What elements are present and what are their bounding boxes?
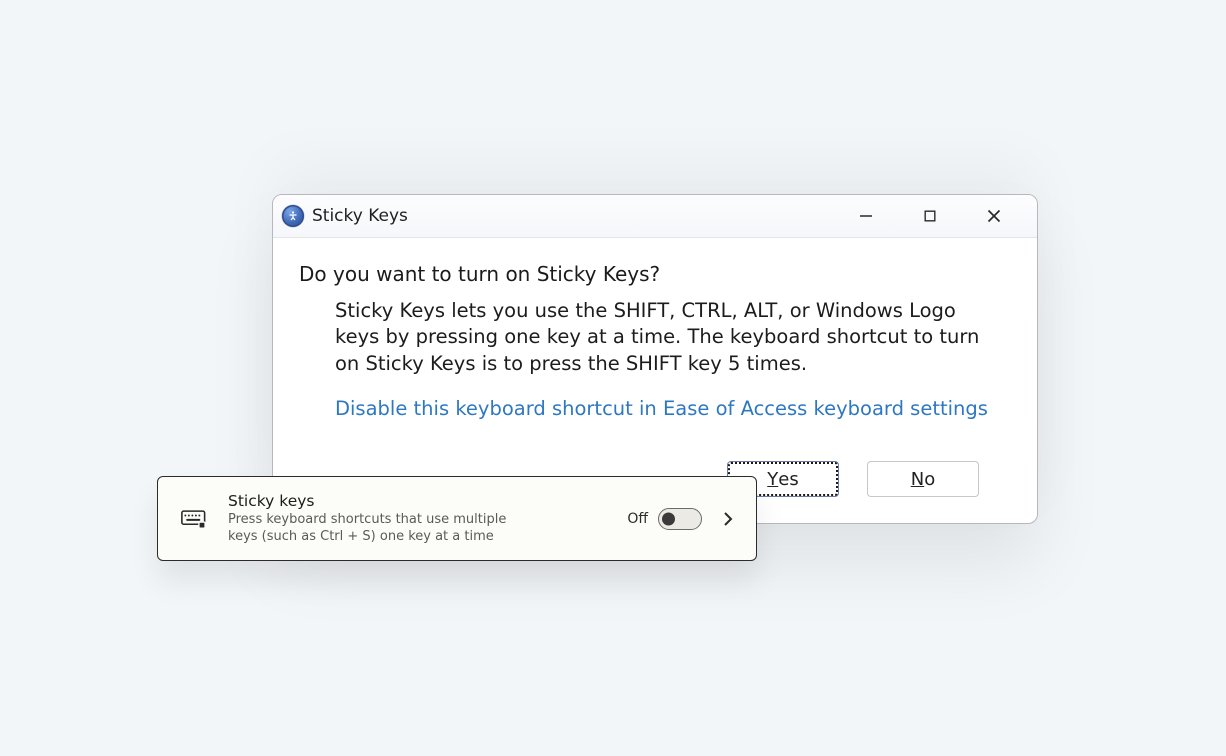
dialog-body: Do you want to turn on Sticky Keys? Stic… [273,238,1037,420]
no-rest: o [924,469,935,490]
accessibility-icon [282,205,304,227]
dialog-description: Sticky Keys lets you use the SHIFT, CTRL… [335,298,995,377]
toggle-knob [662,512,675,525]
yes-rest: es [778,469,798,490]
no-mnemonic: N [911,469,924,490]
sticky-keys-toggle[interactable] [658,508,702,530]
yes-mnemonic: Y [767,469,778,490]
disable-shortcut-link[interactable]: Disable this keyboard shortcut in Ease o… [335,397,1011,420]
window-title: Sticky Keys [312,206,408,226]
close-button[interactable] [979,201,1009,231]
no-button[interactable]: No [867,461,979,497]
chevron-right-icon[interactable] [718,509,738,529]
toggle-state-label: Off [627,511,648,527]
minimize-button[interactable] [851,201,881,231]
tile-title: Sticky keys [228,492,588,510]
titlebar[interactable]: Sticky Keys [273,195,1037,238]
sticky-keys-dialog: Sticky Keys Do you want to turn on Stick… [272,194,1038,524]
tile-description: Press keyboard shortcuts that use multip… [228,512,528,546]
sticky-keys-settings-tile[interactable]: Sticky keys Press keyboard shortcuts tha… [157,476,757,561]
keyboard-icon [180,507,210,531]
dialog-heading: Do you want to turn on Sticky Keys? [299,262,1011,286]
maximize-button[interactable] [915,201,945,231]
